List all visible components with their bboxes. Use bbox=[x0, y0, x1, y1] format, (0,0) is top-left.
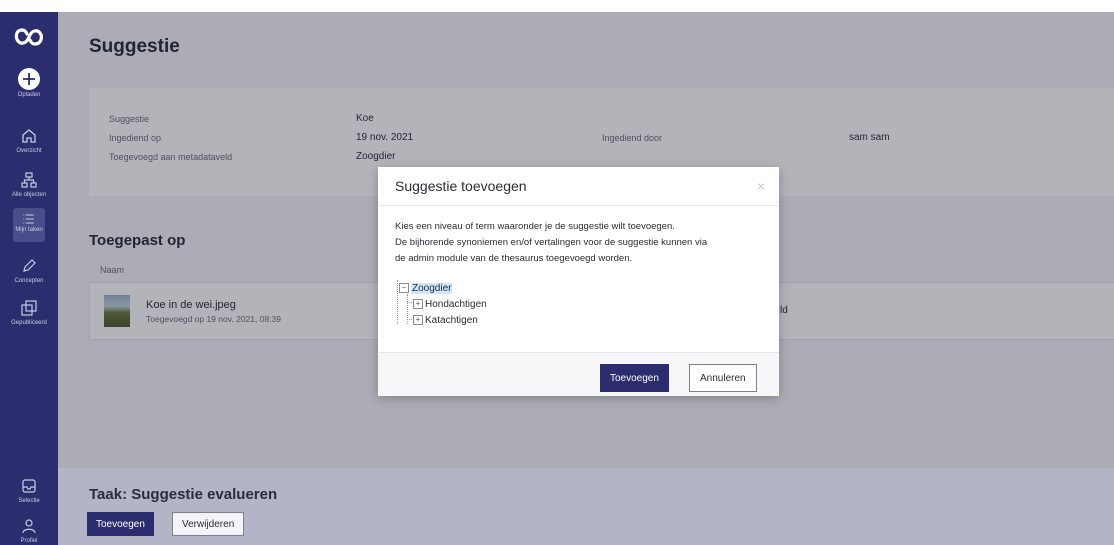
sidebar-item-gepubliceerd[interactable]: Gepubliceerd bbox=[0, 298, 58, 326]
tree-node-child[interactable]: + Katachtigen bbox=[413, 314, 478, 328]
hierarchy-icon bbox=[21, 172, 37, 188]
task-title: Taak: Suggestie evalueren bbox=[89, 486, 278, 503]
task-remove-button[interactable]: Verwijderen bbox=[172, 512, 245, 536]
modal-instruction-3: de admin module van de thesaurus toegevo… bbox=[395, 253, 633, 264]
tree-guide-line bbox=[397, 280, 398, 324]
sidebar-item-label: Selectie bbox=[18, 498, 40, 504]
sidebar-item-label: Profiel bbox=[20, 538, 38, 544]
collapse-icon[interactable]: − bbox=[399, 283, 409, 294]
tree-node-label[interactable]: Hondachtigen bbox=[425, 299, 487, 310]
sidebar: Opladen Overzicht Alle objecten Mijn tak… bbox=[0, 12, 58, 545]
tree-node-child[interactable]: + Hondachtigen bbox=[413, 298, 487, 312]
modal-title: Suggestie toevoegen bbox=[395, 178, 527, 194]
sidebar-item-overzicht[interactable]: Overzicht bbox=[0, 126, 58, 154]
sidebar-item-label: Mijn taken bbox=[15, 227, 43, 233]
sidebar-item-concepten[interactable]: Concepten bbox=[0, 256, 58, 284]
tree-node-root[interactable]: − Zoogdier bbox=[399, 282, 453, 296]
pencil-icon bbox=[23, 259, 36, 272]
home-icon bbox=[22, 129, 36, 143]
sidebar-item-label: Gepubliceerd bbox=[11, 320, 47, 326]
task-list-icon bbox=[23, 214, 34, 224]
top-strip bbox=[0, 0, 1114, 12]
sidebar-item-label: Overzicht bbox=[16, 148, 42, 154]
modal-instruction-1: Kies een niveau of term waaronder je de … bbox=[395, 221, 675, 232]
tree-node-label[interactable]: Katachtigen bbox=[425, 315, 478, 326]
sidebar-item-profiel[interactable]: Profiel bbox=[0, 516, 58, 544]
modal-cancel-button[interactable]: Annuleren bbox=[689, 364, 757, 392]
tree-guide-line bbox=[407, 302, 412, 303]
close-icon[interactable]: × bbox=[757, 178, 765, 194]
sidebar-item-mijn-taken[interactable]: Mijn taken bbox=[0, 208, 58, 242]
modal-add-button[interactable]: Toevoegen bbox=[600, 364, 669, 392]
sidebar-upload-label: Opladen bbox=[17, 92, 41, 98]
sidebar-item-selectie[interactable]: Selectie bbox=[0, 476, 58, 504]
sidebar-item-alle-objecten[interactable]: Alle objecten bbox=[0, 170, 58, 198]
expand-icon[interactable]: + bbox=[413, 299, 423, 310]
modal-header: Suggestie toevoegen × bbox=[378, 167, 779, 206]
person-icon bbox=[22, 519, 36, 534]
modal-footer: Toevoegen Annuleren bbox=[378, 352, 779, 396]
task-bar: Taak: Suggestie evalueren Toevoegen Verw… bbox=[58, 468, 1114, 545]
sidebar-item-label: Concepten bbox=[14, 278, 44, 284]
expand-icon[interactable]: + bbox=[413, 315, 423, 326]
plus-icon bbox=[18, 68, 40, 90]
tree-node-label[interactable]: Zoogdier bbox=[411, 283, 453, 294]
logo-icon[interactable] bbox=[13, 26, 45, 48]
suggestion-modal: Suggestie toevoegen × Kies een niveau of… bbox=[378, 167, 779, 396]
sidebar-upload[interactable]: Opladen bbox=[0, 68, 58, 98]
tree-guide-line bbox=[407, 319, 412, 320]
sidebar-item-label: Alle objecten bbox=[11, 192, 47, 198]
published-icon bbox=[21, 300, 37, 316]
task-add-button[interactable]: Toevoegen bbox=[87, 512, 154, 536]
tray-icon bbox=[22, 479, 36, 493]
modal-instruction-2: De bijhorende synoniemen en/of vertaling… bbox=[395, 237, 708, 248]
